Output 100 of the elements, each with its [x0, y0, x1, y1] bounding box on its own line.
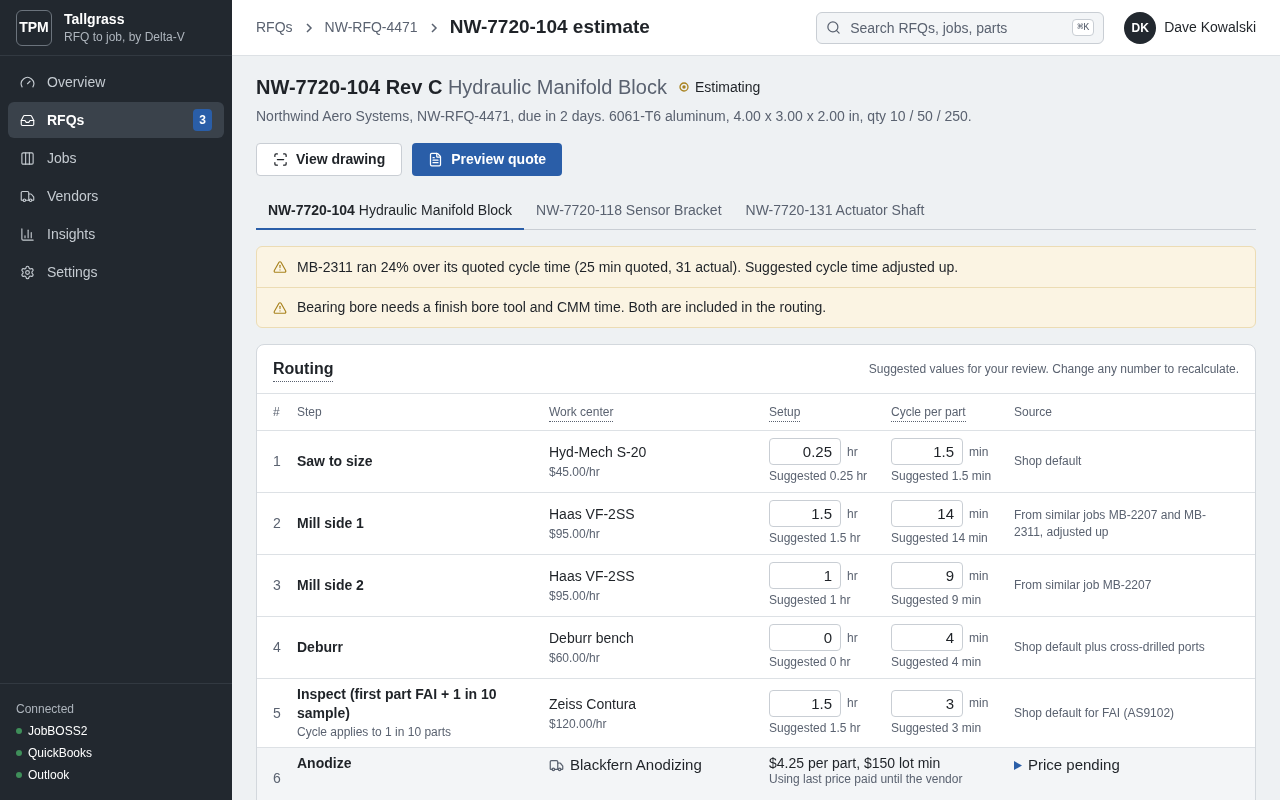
suggested-value: Suggested 9 min [891, 592, 983, 609]
step-name: Saw to size [297, 452, 374, 471]
step-number: 4 [273, 638, 282, 657]
suggested-value: Suggested 0 hr [769, 654, 852, 671]
column-header: Source [1014, 404, 1053, 421]
nav-item[interactable]: Insights [8, 216, 224, 252]
vendor-name: Blackfern Anodizing [570, 755, 702, 775]
breadcrumb-link[interactable]: RFQs [256, 17, 293, 38]
suggested-value: Suggested 0.25 hr [769, 468, 869, 485]
step-number: 3 [273, 576, 282, 595]
unit-label: min [969, 505, 989, 523]
number-input[interactable]: 1.5 [891, 438, 963, 465]
connections-title: Connected [16, 701, 76, 718]
count-badge: 3 [193, 109, 212, 131]
number-input[interactable]: 9 [891, 562, 963, 589]
column-header: Step [297, 404, 322, 421]
page-title: NW-7720-104 estimate [449, 15, 650, 40]
suggested-value: Suggested 4 min [891, 654, 983, 671]
suggested-value: Suggested 1.5 hr [769, 719, 862, 737]
number-input[interactable]: 0.25 [769, 438, 841, 465]
work-center-name: Haas VF-2SS [549, 567, 636, 586]
number-input[interactable]: 0 [769, 624, 841, 651]
work-center-rate: $45.00/hr [549, 464, 601, 481]
unit-label: min [969, 443, 989, 461]
number-input[interactable]: 3 [891, 689, 963, 717]
alert-text: MB-2311 ran 24% over its quoted cycle time (25 min quoted, 31 actual). Suggested cycle time adjusted up. [297, 257, 959, 277]
step-name: Anodize [297, 754, 353, 773]
number-input[interactable]: 1.5 [769, 500, 841, 527]
source-text: Shop default for FAI (AS9102) [1014, 704, 1176, 722]
column-header: Cycle per part [891, 402, 966, 422]
work-center-name: Zeiss Contura [549, 694, 638, 714]
alert-text: Bearing bore needs a finish bore tool and CMM time. Both are included in the routing. [297, 298, 827, 317]
warning-icon [273, 260, 287, 274]
work-center-name: Hyd-Mech S-20 [549, 443, 648, 462]
status-label: Estimating [694, 77, 761, 97]
integration-name: JobBOSS2 [28, 723, 88, 740]
settings-icon [20, 264, 35, 280]
nav-item[interactable]: Vendors [8, 178, 224, 214]
brand-name: Tallgrass [64, 9, 126, 28]
number-input[interactable]: 14 [891, 500, 963, 527]
breadcrumb-link[interactable]: NW-RFQ-4471 [324, 17, 418, 38]
warning-icon [273, 300, 287, 315]
status-icon [678, 82, 689, 92]
step-name: Mill side 2 [297, 576, 365, 595]
step-number: 1 [273, 452, 282, 471]
scan-icon [273, 152, 288, 167]
unit-label: hr [847, 505, 858, 523]
source-status: Price pending [1028, 755, 1120, 775]
column-header: Setup [769, 402, 801, 422]
view-drawing-button[interactable]: View drawing [256, 143, 403, 176]
logo: TPM [16, 9, 52, 46]
nav-item[interactable]: Overview [8, 64, 224, 100]
column-header: # [273, 404, 280, 421]
user-name: Dave Kowalski [1164, 18, 1256, 37]
source-text: From similar jobs MB-2207 and MB-2311, adjusted up [1014, 506, 1208, 541]
step-number: 5 [273, 703, 282, 723]
unit-label: hr [847, 443, 858, 461]
step-name: Mill side 1 [297, 514, 365, 533]
number-input[interactable]: 4 [891, 624, 963, 651]
step-name: Deburr [297, 638, 344, 657]
work-center-rate: $60.00/hr [549, 650, 601, 667]
integration-name: Outlook [28, 767, 70, 784]
vendor-price: $4.25 per part, $150 lot min [769, 754, 942, 772]
suggested-value: Suggested 1 hr [769, 592, 852, 609]
chevron-icon [304, 21, 313, 34]
nav-item[interactable]: RFQs 3 [8, 102, 224, 138]
source-text: Shop default [1014, 453, 1083, 470]
routing-hint: Suggested values for your review. Change any number to recalculate. [868, 361, 1239, 378]
work-center-rate: $95.00/hr [549, 526, 601, 543]
part-tab[interactable]: NW-7720-118 Sensor Bracket [524, 192, 734, 230]
step-number: 6 [273, 769, 282, 788]
part-tab[interactable]: NW-7720-131 Actuator Shaft [733, 192, 937, 230]
step-number: 2 [273, 514, 282, 533]
part-tab[interactable]: NW-7720-104 Hydraulic Manifold Block [256, 192, 525, 230]
truck-icon [549, 757, 564, 773]
unit-label: hr [847, 629, 858, 647]
nav-item[interactable]: Settings [8, 254, 224, 290]
play-icon [1014, 760, 1022, 770]
search-icon [826, 19, 842, 35]
part-heading: NW-7720-104 Rev C Hydraulic Manifold Block [256, 75, 667, 100]
work-center-rate: $120.00/hr [549, 715, 608, 733]
brand-tagline: RFQ to job, by Delta-V [64, 28, 185, 46]
work-center-name: Deburr bench [549, 629, 635, 648]
nav-item[interactable]: Jobs [8, 140, 224, 176]
chevron-icon [429, 21, 438, 34]
work-center-rate: $95.00/hr [549, 588, 601, 605]
integration-name: QuickBooks [28, 745, 93, 762]
number-input[interactable]: 1 [769, 562, 841, 589]
user-avatar[interactable]: DK [1124, 11, 1157, 44]
suggested-value: Suggested 14 min [891, 530, 989, 547]
number-input[interactable]: 1.5 [769, 689, 841, 717]
suggested-value: Suggested 1.5 hr [769, 530, 862, 547]
source-text: From similar job MB-2207 [1014, 577, 1153, 594]
column-header: Work center [549, 402, 614, 422]
price-note: Using last price paid until the vendor [769, 772, 964, 787]
unit-label: min [969, 629, 989, 647]
part-summary: Northwind Aero Systems, NW-RFQ-4471, due in 2 days. 6061-T6 aluminum, 4.00 x 3.00 x 2.00 in, qty 10 / 50 / 250. [256, 107, 973, 126]
preview-quote-button[interactable]: Preview quote [412, 143, 563, 176]
step-name: Inspect (first part FAI + 1 in 10 sample) [297, 685, 498, 723]
unit-label: min [969, 695, 989, 712]
